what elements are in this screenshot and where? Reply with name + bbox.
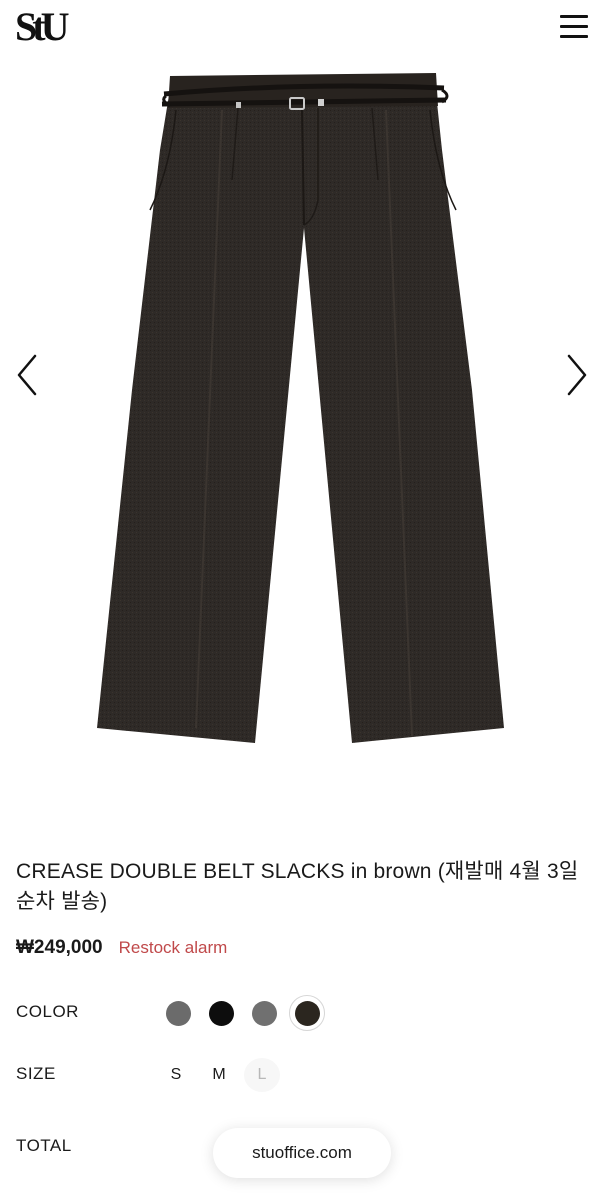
size-option-m[interactable]: M xyxy=(201,1058,237,1092)
color-swatch-gray[interactable] xyxy=(160,995,196,1031)
product-title: CREASE DOUBLE BELT SLACKS in brown (재발매 … xyxy=(16,860,579,913)
color-swatch-brown[interactable] xyxy=(289,995,325,1031)
chevron-right-icon[interactable] xyxy=(556,350,596,400)
size-options: S M L xyxy=(158,1058,287,1092)
size-label: SIZE xyxy=(16,1064,56,1083)
color-swatches xyxy=(160,995,332,1031)
restock-alarm-link[interactable]: Restock alarm xyxy=(119,938,228,958)
size-option-s[interactable]: S xyxy=(158,1058,194,1092)
header: StU xyxy=(0,0,604,60)
size-option-l: L xyxy=(244,1058,280,1092)
chevron-left-icon[interactable] xyxy=(8,350,48,400)
browser-url-bar[interactable]: stuoffice.com xyxy=(213,1128,391,1178)
product-price: ₩249,000 xyxy=(16,937,103,958)
color-label: COLOR xyxy=(16,1002,79,1021)
price-row: ₩249,000 Restock alarm xyxy=(16,934,227,962)
color-swatch-charcoal[interactable] xyxy=(246,995,282,1031)
product-image xyxy=(97,73,504,743)
total-label: TOTAL xyxy=(16,1136,72,1155)
hamburger-menu-icon[interactable] xyxy=(558,12,590,42)
product-gallery xyxy=(0,60,604,840)
brand-logo[interactable]: StU xyxy=(15,4,69,50)
color-swatch-black[interactable] xyxy=(203,995,239,1031)
